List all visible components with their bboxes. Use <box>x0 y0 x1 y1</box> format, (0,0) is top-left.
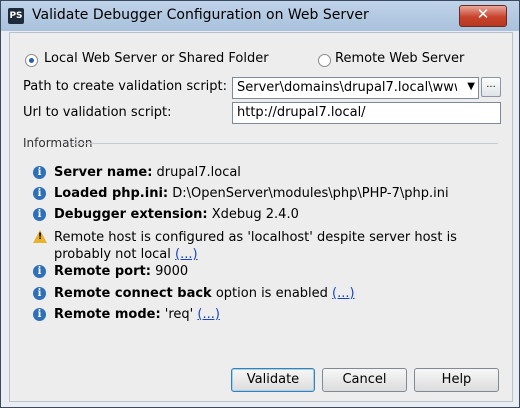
info-icon: i <box>33 308 46 321</box>
dialog-content: Local Web Server or Shared Folder Remote… <box>9 32 513 402</box>
help-button[interactable]: Help <box>414 368 499 392</box>
cancel-button[interactable]: Cancel <box>322 368 407 392</box>
title-bar[interactable]: PS Validate Debugger Configuration on We… <box>1 1 519 31</box>
browse-button[interactable]: ... <box>481 77 501 97</box>
row-label: Server name: <box>54 165 153 180</box>
remote-server-label[interactable]: Remote Web Server <box>335 51 464 66</box>
row-label: Debugger extension: <box>54 207 208 222</box>
row-value: drupal7.local <box>152 165 241 180</box>
section-divider <box>72 143 498 144</box>
row-value: D:\OpenServer\modules\php\PHP-7\php.ini <box>168 186 449 201</box>
phpstorm-app-icon: PS <box>8 8 24 24</box>
path-combobox[interactable]: Server\domains\drupal7.local\www ▼ <box>232 77 479 99</box>
info-icon: i <box>33 187 46 200</box>
details-link[interactable]: (...) <box>175 247 198 262</box>
close-icon: ✕ <box>476 5 490 23</box>
info-icon: i <box>33 265 46 278</box>
row-label: Remote port: <box>54 264 151 279</box>
row-label: Loaded php.ini: <box>54 186 169 201</box>
close-button[interactable]: ✕ <box>459 5 507 27</box>
info-icon: i <box>33 287 46 300</box>
details-link[interactable]: (...) <box>332 286 355 301</box>
row-label: Remote mode: <box>54 307 161 322</box>
row-value: 9000 <box>150 264 189 279</box>
dropdown-arrow-icon[interactable]: ▼ <box>467 81 475 92</box>
warning-icon: ! <box>33 230 47 243</box>
row-value: Xdebug 2.4.0 <box>207 207 299 222</box>
row-value: 'req' <box>160 307 198 322</box>
path-label: Path to create validation script: <box>23 79 228 94</box>
url-value: http://drupal7.local/ <box>237 105 366 120</box>
local-server-radio[interactable] <box>25 54 38 67</box>
url-input[interactable]: http://drupal7.local/ <box>232 102 501 124</box>
window-title: Validate Debugger Configuration on Web S… <box>32 7 369 23</box>
row-label: Remote connect back <box>54 286 212 301</box>
row-value: option is enabled <box>211 286 333 301</box>
warning-text-line2: probably not local <box>54 247 176 262</box>
url-label: Url to validation script: <box>23 105 172 120</box>
info-icon: i <box>33 208 46 221</box>
path-value: Server\domains\drupal7.local\www <box>237 80 457 95</box>
remote-server-radio[interactable] <box>318 54 331 67</box>
details-link[interactable]: (...) <box>197 307 220 322</box>
info-icon: i <box>33 166 46 179</box>
warning-text-line1: Remote host is configured as 'localhost'… <box>54 230 457 245</box>
validate-button[interactable]: Validate <box>231 368 315 392</box>
local-server-label[interactable]: Local Web Server or Shared Folder <box>44 51 269 66</box>
dialog-window: PS Validate Debugger Configuration on We… <box>0 0 520 408</box>
